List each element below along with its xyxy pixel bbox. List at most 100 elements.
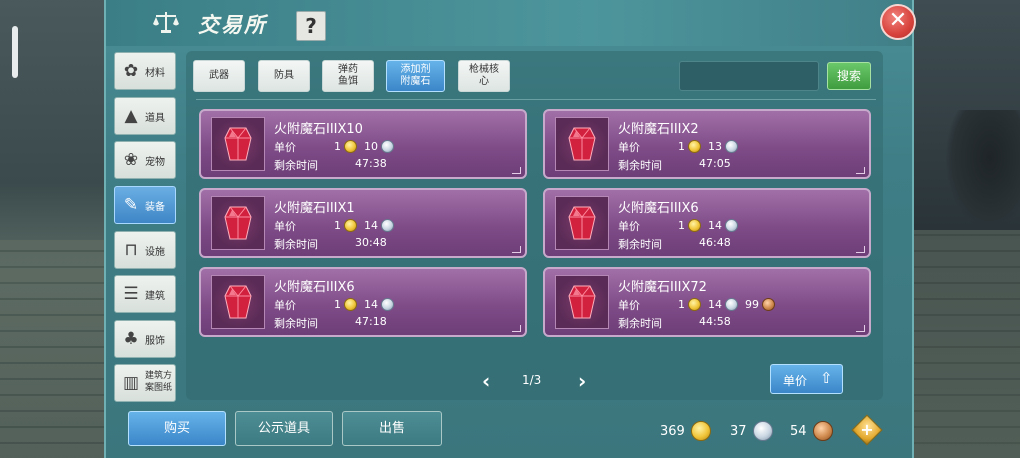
item-icon-frame	[211, 275, 265, 329]
sort-by-price-button[interactable]: 单价 ⇧	[770, 364, 843, 394]
title-bar: 交易所 ? ✕	[106, 0, 916, 46]
sidebar-item-label: 设施	[145, 247, 165, 258]
price-label: 单价	[274, 141, 296, 154]
listing-card[interactable]: 火附魔石IIIX1 单价 1 14 剩余时间 30:48	[199, 188, 527, 258]
fire-enchant-stone-icon	[568, 206, 596, 240]
time-remaining-label: 剩余时间	[274, 238, 318, 251]
sidebar-item-buildings[interactable]: ☰ 建筑	[114, 275, 176, 313]
card-corner-mark	[512, 167, 521, 174]
price-value: 1 14	[334, 296, 394, 312]
tab-armor[interactable]: 防具	[258, 60, 310, 92]
tab-additive-enchant-stone[interactable]: 添加剂 附魔石	[386, 60, 445, 92]
sidebar-item-label: 道具	[145, 113, 165, 124]
background-statue	[945, 110, 1020, 230]
gold-amount: 1	[334, 218, 341, 232]
silver-coin-icon	[381, 139, 394, 153]
listing-card[interactable]: 火附魔石IIIX6 单价 1 14 剩余时间 47:18	[199, 267, 527, 337]
public-items-button[interactable]: 公示道具	[235, 411, 333, 446]
sidebar-item-items[interactable]: ▲ 道具	[114, 97, 176, 135]
sidebar-item-pets[interactable]: ❀ 宠物	[114, 141, 176, 179]
card-corner-mark	[856, 325, 865, 332]
gold-amount: 1	[334, 139, 341, 153]
item-name: 火附魔石IIIX72	[618, 280, 707, 295]
help-button[interactable]: ?	[296, 11, 326, 41]
item-name: 火附魔石IIIX10	[274, 122, 363, 137]
silver-coin-icon	[725, 218, 738, 232]
page-title: 交易所	[198, 13, 267, 37]
gold-coin-icon	[688, 139, 701, 153]
silver-coin-icon	[725, 297, 738, 311]
sidebar-item-label: 建筑方案图纸	[145, 371, 173, 393]
sidebar-item-blueprints[interactable]: ▥ 建筑方案图纸	[114, 364, 176, 402]
sidebar-item-label: 装备	[145, 202, 165, 213]
sidebar-item-equipment[interactable]: ✎ 装备	[114, 186, 176, 224]
silver-amount: 14	[364, 297, 378, 311]
listing-card[interactable]: 火附魔石IIIX72 单价 1 14 99 剩余时间 44:58	[543, 267, 871, 337]
plus-icon: +	[860, 420, 874, 439]
sidebar-item-facilities[interactable]: ⊓ 设施	[114, 231, 176, 269]
item-name: 火附魔石IIIX6	[274, 280, 355, 295]
sidebar-item-label: 宠物	[145, 157, 165, 168]
time-remaining: 47:18	[355, 315, 387, 328]
gold-amount: 1	[678, 297, 685, 311]
page-indicator: 1/3	[522, 373, 542, 387]
building-icon: ☰	[123, 284, 139, 304]
drag-handle[interactable]	[12, 26, 18, 78]
sidebar-item-clothing[interactable]: ♣ 服饰	[114, 320, 176, 358]
time-remaining-label: 剩余时间	[618, 159, 662, 172]
gold-balance-value: 369	[660, 423, 685, 439]
item-name: 火附魔石IIIX6	[618, 201, 699, 216]
silver-coin-icon	[381, 297, 394, 311]
sidebar-item-label: 服饰	[145, 336, 165, 347]
fire-enchant-stone-icon	[568, 285, 596, 319]
silver-amount: 14	[708, 218, 722, 232]
gold-amount: 1	[678, 218, 685, 232]
price-label: 单价	[274, 299, 296, 312]
silver-coin-icon	[381, 218, 394, 232]
exchange-panel: 交易所 ? ✕ ✿ 材料 ▲ 道具 ❀ 宠物 ✎ 装备 ⊓ 设施 ☰ 建筑 ♣ …	[104, 0, 916, 458]
gold-coin-icon	[690, 421, 711, 441]
gold-amount: 1	[678, 139, 685, 153]
price-value: 1 14	[678, 217, 738, 233]
fire-enchant-stone-icon	[224, 127, 252, 161]
listing-card[interactable]: 火附魔石IIIX2 单价 1 13 剩余时间 47:05	[543, 109, 871, 179]
add-currency-button[interactable]: +	[851, 414, 883, 446]
next-page-button[interactable]: ›	[578, 369, 586, 393]
search-button[interactable]: 搜索	[827, 62, 871, 90]
price-value: 1 10	[334, 138, 394, 154]
silver-amount: 14	[364, 218, 378, 232]
sidebar-item-materials[interactable]: ✿ 材料	[114, 52, 176, 90]
gold-amount: 1	[334, 297, 341, 311]
card-corner-mark	[512, 246, 521, 253]
tab-weapons[interactable]: 武器	[193, 60, 245, 92]
silver-coin-icon	[752, 421, 773, 441]
copper-balance: 54	[790, 421, 833, 441]
close-button[interactable]: ✕	[880, 4, 916, 40]
listing-card[interactable]: 火附魔石IIIX10 单价 1 10 剩余时间 47:38	[199, 109, 527, 179]
listing-card[interactable]: 火附魔石IIIX6 单价 1 14 剩余时间 46:48	[543, 188, 871, 258]
tab-ammo-bait[interactable]: 弹药 鱼饵	[322, 60, 374, 92]
buy-button[interactable]: 购买	[128, 411, 226, 446]
time-remaining: 44:58	[699, 315, 731, 328]
listing-area: 武器 防具 弹药 鱼饵 添加剂 附魔石 枪械核 心 搜索 火附魔石IIIX10 …	[186, 51, 883, 400]
time-remaining: 47:38	[355, 157, 387, 170]
fire-enchant-stone-icon	[224, 206, 252, 240]
silver-balance-value: 37	[730, 423, 747, 439]
sidebar-item-label: 材料	[145, 68, 165, 79]
item-name: 火附魔石IIIX2	[618, 122, 699, 137]
item-icon-frame	[555, 275, 609, 329]
fire-enchant-stone-icon	[568, 127, 596, 161]
price-label: 单价	[274, 220, 296, 233]
background-floor-right	[910, 230, 1020, 458]
prev-page-button[interactable]: ‹	[482, 369, 490, 393]
item-name: 火附魔石IIIX1	[274, 201, 355, 216]
facility-icon: ⊓	[124, 240, 138, 260]
price-value: 1 13	[678, 138, 738, 154]
search-input[interactable]	[679, 61, 819, 91]
clothing-icon: ♣	[123, 329, 139, 349]
sell-button[interactable]: 出售	[342, 411, 442, 446]
time-remaining: 46:48	[699, 236, 731, 249]
divider	[196, 99, 876, 100]
tab-gun-core[interactable]: 枪械核 心	[458, 60, 510, 92]
item-icon: ▲	[124, 106, 138, 126]
